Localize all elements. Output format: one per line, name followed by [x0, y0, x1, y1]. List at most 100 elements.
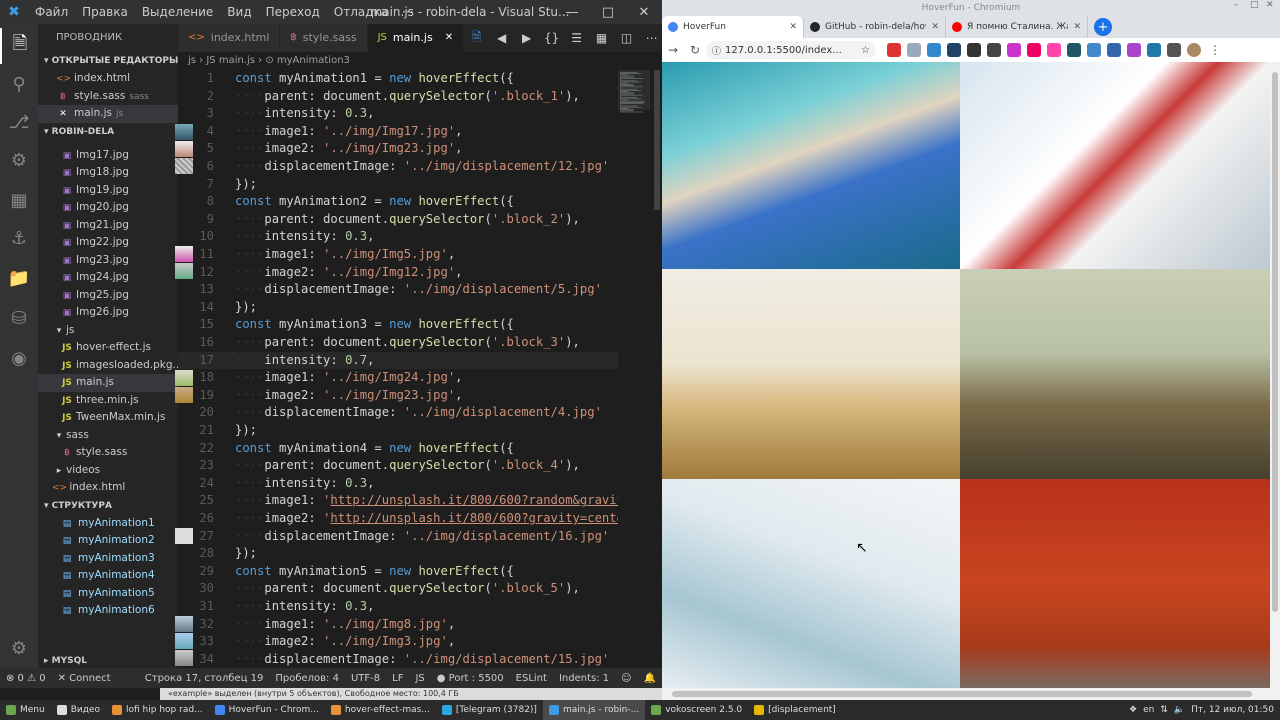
source-control-icon[interactable]: ⎇ [0, 104, 38, 140]
status-right-item[interactable]: JS [409, 673, 430, 684]
browser-tab-close-icon[interactable]: ✕ [931, 22, 939, 32]
minimap[interactable] [618, 70, 650, 668]
status-right-item[interactable]: ● Port : 5500 [431, 673, 510, 684]
boat-bird-photo[interactable] [960, 269, 1270, 479]
forward-icon[interactable]: → [662, 38, 684, 62]
file-item[interactable]: ▣ Img24.jpg [38, 269, 178, 287]
js-file-item[interactable]: JS main.js [38, 374, 178, 392]
address-bar[interactable]: ⓘ 127.0.0.1:5500/index... ☆ [706, 41, 876, 59]
taskbar-app[interactable]: Menu [0, 700, 51, 720]
info-icon[interactable]: ⓘ [712, 44, 721, 57]
file-item[interactable]: ▣ Img22.jpg [38, 234, 178, 252]
page-vertical-scrollbar[interactable] [1270, 62, 1280, 688]
code-line[interactable]: 28}); [178, 545, 618, 563]
code-line[interactable]: 17 ····intensity: 0.7, [178, 351, 618, 370]
outline-item[interactable]: ▤ myAnimation6 [38, 602, 178, 620]
open-editors-section[interactable]: ▾ ОТКРЫТЫЕ РЕДАКТОРЫ [38, 52, 178, 70]
taskbar-app[interactable]: [Telegram (3782)] [436, 700, 543, 720]
extensions-icon[interactable]: ▦ [0, 182, 38, 218]
browser-maximize-button[interactable]: □ [1250, 0, 1259, 10]
outline-item[interactable]: ▤ myAnimation5 [38, 585, 178, 603]
code-line[interactable]: 34 ····displacementImage: '../img/displac… [178, 651, 618, 668]
more-actions-icon[interactable]: ⋯ [639, 24, 664, 52]
file-item[interactable]: ▣ Img26.jpg [38, 304, 178, 322]
menu-item-2[interactable]: Выделение [135, 0, 220, 24]
browser-tab-2[interactable]: Я помню Сталина. Жанна Бе ✕ [946, 16, 1088, 38]
status-left-item[interactable]: ⊗ 0 ⚠ 0 [0, 673, 52, 684]
file-item[interactable]: ▣ Img23.jpg [38, 252, 178, 270]
extension-icon[interactable] [1027, 43, 1041, 57]
js-file-item[interactable]: JS three.min.js [38, 392, 178, 410]
swimmer-photo[interactable] [662, 62, 960, 269]
extension-icon[interactable] [1107, 43, 1121, 57]
extension-icon[interactable] [1147, 43, 1161, 57]
code-line[interactable]: 16 ····parent: document.querySelector('.b… [178, 334, 618, 352]
reload-icon[interactable]: ↻ [684, 38, 706, 62]
code-line[interactable]: 24 ····intensity: 0.3, [178, 475, 618, 493]
extension-icon[interactable] [1127, 43, 1141, 57]
extension-icon[interactable] [1087, 43, 1101, 57]
code-line[interactable]: 26 ····image2: 'http://unsplash.it/800/60… [178, 510, 618, 528]
clock[interactable]: Пт, 12 июл, 01:50 [1191, 705, 1274, 715]
taskbar-app[interactable]: main.js - robin-... [542, 700, 646, 720]
taskbar-app[interactable]: Видео [51, 700, 106, 720]
outline-item[interactable]: ▤ myAnimation2 [38, 532, 178, 550]
menu-item-1[interactable]: Правка [75, 0, 135, 24]
open-editor-item[interactable]: <> index.html [38, 70, 178, 88]
js-file-item[interactable]: JS imagesloaded.pkg... [38, 357, 178, 375]
split-editor-icon[interactable]: ◫ [614, 24, 639, 52]
volume-icon[interactable]: 🔈 [1174, 705, 1185, 715]
code-line[interactable]: 9 ····parent: document.querySelector('.bl… [178, 211, 618, 229]
code-line[interactable]: 25 ····image1: 'http://unsplash.it/800/60… [178, 492, 618, 510]
building-red-photo[interactable] [960, 62, 1270, 269]
project-section[interactable]: ▾ ROBIN-DELA [38, 123, 178, 141]
status-right-item[interactable]: UTF-8 [345, 673, 386, 684]
database-icon[interactable]: ⛁ [0, 300, 38, 336]
file-item[interactable]: ▣ Img18.jpg [38, 164, 178, 182]
code-line[interactable]: 23 ····parent: document.querySelector('.b… [178, 457, 618, 475]
page-horizontal-scrollbar[interactable] [662, 688, 1280, 700]
code-line[interactable]: 18 ····image1: '../img/Img24.jpg', [178, 369, 618, 387]
outline-section[interactable]: ▾ СТРУКТУРА [38, 497, 178, 515]
code-line[interactable]: 33 ····image2: '../img/Img3.jpg', [178, 633, 618, 651]
status-right-item[interactable]: ☺ [615, 673, 637, 684]
sass-file-item[interactable]: ฿ style.sass [38, 444, 178, 462]
taskbar-app[interactable]: hover-effect-mas... [325, 700, 436, 720]
folder-videos[interactable]: ▸ videos [38, 462, 178, 480]
browser-tab-0[interactable]: HoverFun ✕ [662, 16, 804, 38]
folder-sass[interactable]: ▾ sass [38, 427, 178, 445]
braces-icon[interactable]: {} [539, 24, 564, 52]
code-line[interactable]: 4 ····image1: '../img/Img17.jpg', [178, 123, 618, 141]
settings-gear-icon[interactable]: ⚙ [0, 630, 38, 666]
code-line[interactable]: 10 ····intensity: 0.3, [178, 228, 618, 246]
terminal-icon[interactable]: ▦ [589, 24, 614, 52]
taskbar-app[interactable]: [displacement] [748, 700, 842, 720]
code-editor[interactable]: 1 const myAnimation1 = new hoverEffect({2… [178, 70, 618, 668]
file-index-html[interactable]: <> index.html [38, 479, 178, 497]
json-icon[interactable]: ◉ [0, 340, 38, 376]
js-file-item[interactable]: JS TweenMax.min.js [38, 409, 178, 427]
file-item[interactable]: ▣ Img25.jpg [38, 287, 178, 305]
open-editor-item[interactable]: ฿ style.sass sass [38, 88, 178, 106]
extension-icon[interactable] [887, 43, 901, 57]
browser-close-button[interactable]: ✕ [1266, 0, 1274, 10]
status-right-item[interactable]: Indents: 1 [553, 673, 615, 684]
extension-icon[interactable] [987, 43, 1001, 57]
extension-icon[interactable] [1067, 43, 1081, 57]
js-file-item[interactable]: JS hover-effect.js [38, 339, 178, 357]
glass-building-photo[interactable] [662, 479, 960, 688]
extension-icon[interactable] [907, 43, 921, 57]
code-line[interactable]: 13 ····displacementImage: '../img/displac… [178, 281, 618, 299]
tab-0[interactable]: <> index.html [178, 24, 281, 52]
open-file-icon[interactable]: 🗎 [464, 24, 489, 52]
taskbar-app[interactable]: vokoscreen 2.5.0 [645, 700, 748, 720]
browser-minimize-button[interactable]: – [1234, 0, 1239, 10]
menu-item-0[interactable]: Файл [28, 0, 75, 24]
code-line[interactable]: 30 ····parent: document.querySelector('.b… [178, 580, 618, 598]
folder-js[interactable]: ▾ js [38, 322, 178, 340]
outline-item[interactable]: ▤ myAnimation4 [38, 567, 178, 585]
outline-item[interactable]: ▤ myAnimation1 [38, 515, 178, 533]
code-line[interactable]: 3 ····intensity: 0.3, [178, 105, 618, 123]
tab-close-icon[interactable]: ✕ [445, 24, 453, 52]
nav-forward-icon[interactable]: ▶ [514, 24, 539, 52]
